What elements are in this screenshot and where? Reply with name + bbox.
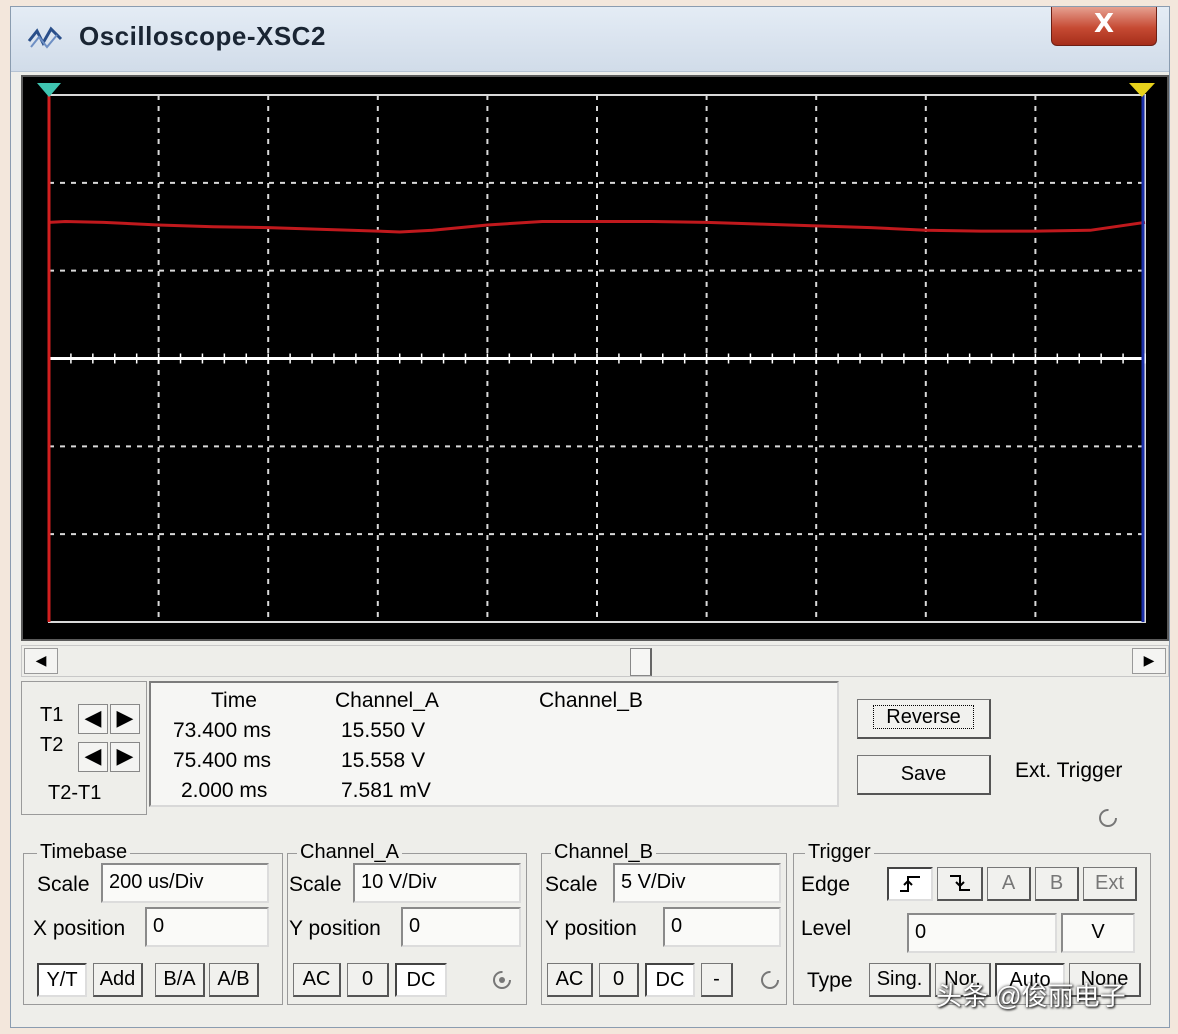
header-time: Time: [211, 689, 257, 712]
scroll-left-icon[interactable]: ◀: [24, 648, 58, 674]
header-channel-a: Channel_A: [335, 689, 439, 712]
t2-channel-a-value: 15.558 V: [341, 749, 426, 772]
channel-b-ypos-label: Y position: [545, 917, 637, 940]
scroll-right-icon[interactable]: ▶: [1132, 648, 1166, 674]
trigger-single-button[interactable]: Sing.: [869, 963, 931, 997]
channel-a-ac-button[interactable]: AC: [293, 963, 341, 997]
oscilloscope-app-icon: [27, 26, 63, 49]
scope-display: [21, 75, 1169, 641]
timebase-title: Timebase: [37, 841, 131, 864]
trigger-source-b-button[interactable]: B: [1035, 867, 1079, 901]
channel-a-scale-label: Scale: [289, 873, 342, 896]
t1-label: T1: [40, 704, 64, 726]
mode-yt-button[interactable]: Y/T: [37, 963, 87, 997]
channel-a-ypos-label: Y position: [289, 917, 381, 940]
channel-a-zero-button[interactable]: 0: [347, 963, 389, 997]
channel-b-zero-button[interactable]: 0: [599, 963, 639, 997]
diff-time-value: 2.000 ms: [181, 779, 268, 802]
channel-a-dc-button[interactable]: DC: [395, 963, 447, 997]
t1-time-value: 73.400 ms: [173, 719, 272, 742]
close-button[interactable]: X: [1051, 7, 1157, 46]
trigger-source-a-button[interactable]: A: [987, 867, 1031, 901]
channel-b-ac-button[interactable]: AC: [547, 963, 593, 997]
timebase-scale-field[interactable]: 200 us/Div: [101, 863, 269, 903]
t1-left-arrow-icon[interactable]: ◀: [78, 704, 108, 734]
oscilloscope-window: Oscilloscope-XSC2 X ◀ ▶ T1 T2 ◀ ▶ ◀ ▶ T2…: [10, 6, 1170, 1028]
t2-t1-label: T2-T1: [48, 782, 102, 804]
t2-time-value: 75.400 ms: [173, 749, 272, 772]
t2-label: T2: [40, 734, 64, 756]
x-position-label: X position: [33, 917, 126, 940]
channel-a-ypos-field[interactable]: 0: [401, 907, 521, 947]
channel-b-scale-field[interactable]: 5 V/Div: [613, 863, 781, 903]
trigger-title: Trigger: [805, 841, 874, 864]
scope-plot: [37, 83, 1155, 623]
reverse-label: Reverse: [873, 705, 974, 729]
header-channel-b: Channel_B: [539, 689, 643, 712]
ext-trigger-label: Ext. Trigger: [1015, 759, 1123, 782]
channel-b-terminal-icon[interactable]: [759, 969, 781, 991]
mode-ba-button[interactable]: B/A: [155, 963, 205, 997]
cursor-panel: T1 T2 ◀ ▶ ◀ ▶ T2-T1: [21, 681, 147, 815]
rising-edge-button[interactable]: [887, 867, 933, 901]
channel-b-dc-button[interactable]: DC: [645, 963, 695, 997]
mode-add-button[interactable]: Add: [93, 963, 143, 997]
mode-ab-button[interactable]: A/B: [209, 963, 259, 997]
trigger-level-field[interactable]: 0: [907, 913, 1057, 953]
channel-a-title: Channel_A: [297, 841, 402, 864]
measurement-readout: Time Channel_A Channel_B 73.400 ms 15.55…: [149, 681, 839, 807]
channel-a-scale-field[interactable]: 10 V/Div: [353, 863, 521, 903]
rising-edge-icon: [900, 876, 920, 892]
watermark-text: 头条 @俊丽电子: [936, 981, 1126, 1011]
x-position-field[interactable]: 0: [145, 907, 269, 947]
trigger-level-label: Level: [801, 917, 852, 940]
falling-edge-icon: [949, 875, 970, 891]
trigger-type-label: Type: [807, 969, 853, 992]
time-scrollbar[interactable]: ◀ ▶: [21, 645, 1169, 677]
channel-a-terminal-icon[interactable]: [491, 969, 513, 991]
window-title: Oscilloscope-XSC2: [79, 21, 326, 51]
save-button[interactable]: Save: [857, 755, 991, 795]
trigger-level-unit-select[interactable]: V: [1061, 913, 1135, 953]
t2-left-arrow-icon[interactable]: ◀: [78, 742, 108, 772]
title-bar[interactable]: Oscilloscope-XSC2 X: [11, 7, 1169, 72]
channel-b-title: Channel_B: [551, 841, 656, 864]
falling-edge-button[interactable]: [937, 867, 983, 901]
t1-right-arrow-icon[interactable]: ▶: [110, 704, 140, 734]
scroll-thumb[interactable]: [630, 648, 652, 676]
ext-trigger-terminal-icon[interactable]: [1097, 807, 1119, 829]
timebase-scale-label: Scale: [37, 873, 90, 896]
channel-b-scale-label: Scale: [545, 873, 598, 896]
t1-channel-a-value: 15.550 V: [341, 719, 426, 742]
trigger-edge-label: Edge: [801, 873, 851, 896]
channel-b-ypos-field[interactable]: 0: [663, 907, 781, 947]
trigger-source-ext-button[interactable]: Ext: [1083, 867, 1137, 901]
reverse-button[interactable]: Reverse: [857, 699, 991, 739]
channel-b-minus-button[interactable]: -: [701, 963, 733, 997]
diff-channel-a-value: 7.581 mV: [341, 779, 431, 802]
t2-right-arrow-icon[interactable]: ▶: [110, 742, 140, 772]
